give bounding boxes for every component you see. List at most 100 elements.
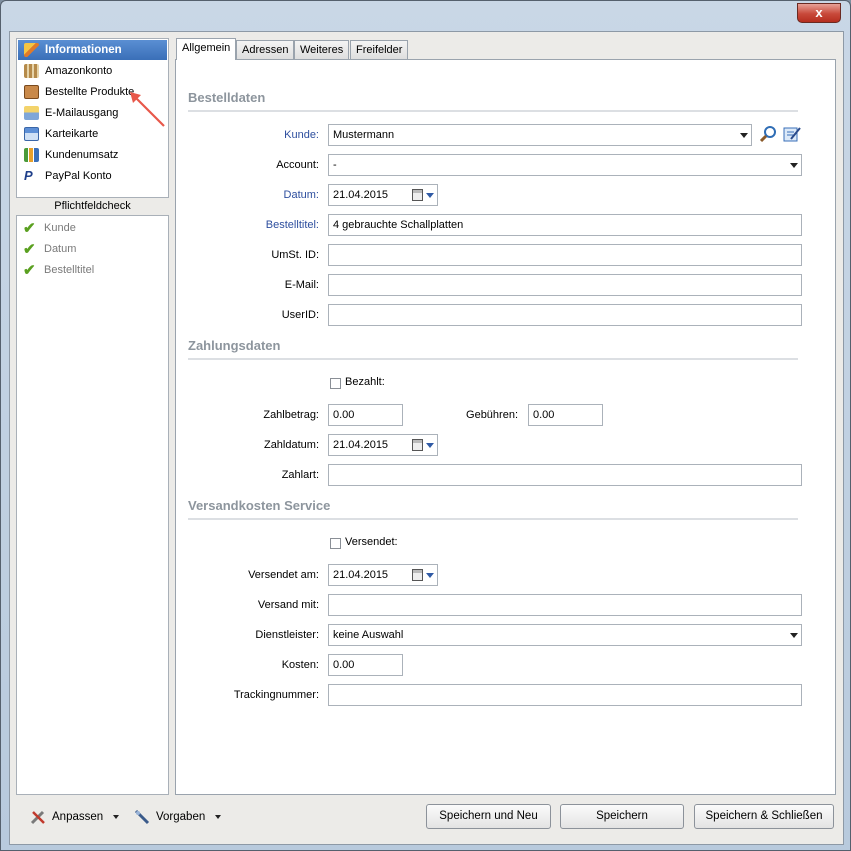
sidebar-item-kundenumsatz[interactable]: Kundenumsatz [18,145,167,165]
vorgaben-menu-button[interactable]: Vorgaben [134,807,222,827]
gebuehren-label: Gebühren: [466,409,518,421]
calendar-icon[interactable] [412,189,423,201]
chevron-down-icon [740,133,748,138]
vorgaben-label: Vorgaben [156,811,206,823]
package-icon [24,85,39,99]
datum-value: 21.04.2015 [333,189,389,201]
chevron-down-icon[interactable] [426,443,434,448]
bezahlt-label: Bezahlt: [345,376,385,388]
sidebar-item-informationen[interactable]: Informationen [18,40,167,60]
check-item-bestelltitel: ✔ Bestelltitel [23,261,94,279]
search-icon[interactable] [758,124,778,144]
kunde-value: Mustermann [333,129,395,141]
anpassen-menu-button[interactable]: Anpassen [30,807,120,827]
userid-label: UserID: [281,309,319,321]
bestelltitel-input[interactable]: 4 gebrauchte Schallplatten [328,214,802,236]
save-and-new-button[interactable]: Speichern und Neu [426,804,551,829]
account-label: Account: [276,159,319,171]
kosten-input[interactable]: 0.00 [328,654,403,676]
sidebar-item-label: E-Mailausgang [45,107,119,119]
sidebar-item-label: Informationen [45,44,122,56]
tab-allgemein[interactable]: Allgemein [176,38,237,60]
zahldatum-datepicker[interactable]: 21.04.2015 [328,434,438,456]
zahldatum-value: 21.04.2015 [333,439,389,451]
checkmark-icon: ✔ [23,220,36,237]
check-item-kunde: ✔ Kunde [23,219,76,237]
versendet-checkbox[interactable] [330,538,341,549]
dienstleister-value: keine Auswahl [333,629,404,641]
datum-label: Datum: [283,189,319,201]
bestelltitel-value: 4 gebrauchte Schallplatten [333,219,464,231]
pflichtfeldcheck-panel: ✔ Kunde ✔ Datum ✔ Bestelltitel [16,215,169,795]
sidebar-item-label: Bestellte Produkte [45,86,135,98]
gebuehren-input[interactable]: 0.00 [528,404,603,426]
close-button[interactable]: x [797,3,841,23]
save-and-close-button[interactable]: Speichern & Schließen [694,804,834,829]
tab-freifelder[interactable]: Freifelder [350,40,409,59]
section-title-bestelldaten: Bestelldaten [188,90,798,112]
account-combobox[interactable]: - [328,154,802,176]
chevron-down-icon [790,163,798,168]
ust-id-input[interactable] [328,244,802,266]
dialog-client-area: Informationen Amazonkonto Bestellte Prod… [9,31,844,845]
mail-outbox-icon [24,106,39,120]
paypal-icon: P [24,168,33,183]
bar-chart-icon [24,148,39,162]
tab-adressen[interactable]: Adressen [236,40,295,59]
ust-id-label: UmSt. ID: [271,249,319,261]
sidebar-item-label: Karteikarte [45,128,99,140]
checkmark-icon: ✔ [23,262,36,279]
chevron-down-icon[interactable] [426,193,434,198]
magic-wand-icon [134,809,150,825]
save-button[interactable]: Speichern [560,804,684,829]
kunde-combobox[interactable]: Mustermann [328,124,752,146]
edit-icon[interactable] [782,124,802,144]
email-input[interactable] [328,274,802,296]
amazon-icon [24,64,39,78]
sidebar-item-paypal-konto[interactable]: P PayPal Konto [18,166,167,186]
dienstleister-combobox[interactable]: keine Auswahl [328,624,802,646]
chevron-down-icon [113,815,120,819]
tab-panel-allgemein: Bestelldaten Kunde: Mustermann Account: … [175,59,836,795]
zahlart-input[interactable] [328,464,802,486]
sidebar-item-label: Amazonkonto [45,65,113,77]
chevron-down-icon[interactable] [426,573,434,578]
sidebar-item-label: Kundenumsatz [45,149,119,161]
kosten-label: Kosten: [281,659,319,671]
card-icon [24,127,39,141]
bezahlt-checkbox[interactable] [330,378,341,389]
trackingnummer-label: Trackingnummer: [233,689,319,701]
tab-weiteres[interactable]: Weiteres [294,40,350,59]
tools-icon [30,810,45,825]
checkmark-icon: ✔ [23,241,36,258]
check-item-label: Bestelltitel [44,264,95,276]
sidebar-item-amazonkonto[interactable]: Amazonkonto [18,61,167,81]
order-dialog-window: x Informationen Amazonkonto Bestellte Pr… [0,0,851,851]
versendet-am-label: Versendet am: [248,569,319,581]
email-label: E-Mail: [284,279,319,291]
versand-mit-input[interactable] [328,594,802,616]
calendar-icon[interactable] [412,439,423,451]
check-item-datum: ✔ Datum [23,240,76,258]
section-title-versandkosten-service: Versandkosten Service [188,498,798,520]
check-item-label: Datum [44,243,77,255]
versendet-am-datepicker[interactable]: 21.04.2015 [328,564,438,586]
userid-input[interactable] [328,304,802,326]
versendet-am-value: 21.04.2015 [333,569,389,581]
trackingnummer-input[interactable] [328,684,802,706]
anpassen-label: Anpassen [52,811,104,823]
bestelltitel-label: Bestelltitel: [265,219,319,231]
zahldatum-label: Zahldatum: [263,439,319,451]
versendet-label: Versendet: [345,536,398,548]
zahlart-label: Zahlart: [281,469,319,481]
datum-datepicker[interactable]: 21.04.2015 [328,184,438,206]
sidebar-item-label: PayPal Konto [45,170,112,182]
chevron-down-icon [215,815,222,819]
calendar-icon[interactable] [412,569,423,581]
check-item-label: Kunde [44,222,76,234]
pflichtfeldcheck-header: Pflichtfeldcheck [54,200,131,212]
pencil-icon [24,43,39,57]
section-title-zahlungsdaten: Zahlungsdaten [188,338,798,360]
kunde-label: Kunde: [284,129,319,141]
annotation-arrow-icon [130,92,165,127]
